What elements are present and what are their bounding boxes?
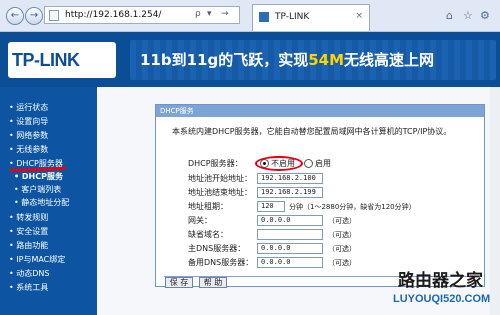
logo-text: TP-LINK <box>12 50 80 70</box>
red-circle-annotation <box>255 156 303 171</box>
gateway-input[interactable]: 0.0.0.0 <box>257 215 323 226</box>
panel-header: DHCP服务 <box>156 105 484 117</box>
favorites-icon[interactable]: ☆ <box>463 9 473 22</box>
sidebar-item-client-list[interactable]: • 客户端列表 <box>14 184 61 195</box>
address-bar[interactable]: http://192.168.1.254/ ρ ▾ → <box>44 6 240 24</box>
sidebar-item-status[interactable]: • 运行状态 <box>9 102 48 113</box>
sidebar-item-forwarding[interactable]: • 转发规则 <box>9 212 48 223</box>
dhcp-enable-radio[interactable] <box>304 159 313 168</box>
refresh-icon[interactable]: → <box>221 9 229 19</box>
secondary-dns-input[interactable]: 0.0.0.0 <box>257 257 323 268</box>
secondary-dns-optional: （可选） <box>328 259 356 267</box>
close-tab-icon[interactable]: × <box>355 11 363 21</box>
watermark-url: LUYOUQI520.COM <box>393 293 491 305</box>
sidebar-item-static-address[interactable]: • 静态地址分配 <box>14 197 69 208</box>
lease-time-note: 分钟（1～2880分钟，缺省为120分钟） <box>289 203 416 211</box>
banner-slogan: 11b到11g的飞跃，实现54M无线高速上网 <box>140 49 434 70</box>
start-address-input[interactable]: 192.168.2.100 <box>257 173 323 184</box>
slogan-highlight: 54M <box>308 51 345 69</box>
forward-button[interactable]: → <box>25 7 43 25</box>
gateway-optional: （可选） <box>328 217 356 225</box>
header-banner: TP-LINK 11b到11g的飞跃，实现54M无线高速上网 <box>0 32 500 87</box>
search-icon[interactable]: ρ <box>195 9 201 19</box>
settings-icon[interactable]: ⚙ <box>480 9 490 22</box>
sidebar-item-wizard[interactable]: • 设置向导 <box>9 116 48 127</box>
sidebar-item-dhcp-service[interactable]: • DHCP服务 <box>14 171 63 182</box>
home-icon[interactable]: ⌂ <box>446 9 453 22</box>
slogan-part1: 11b到11g的飞跃，实现 <box>140 51 309 69</box>
scrollbar[interactable] <box>490 87 500 315</box>
end-address-input[interactable]: 192.168.2.199 <box>257 187 323 198</box>
domain-label: 缺省域名： <box>188 230 228 239</box>
sidebar-item-security[interactable]: • 安全设置 <box>9 226 48 237</box>
secondary-dns-label: 备用DNS服务器： <box>188 258 254 267</box>
sidebar-item-network[interactable]: • 网络参数 <box>9 130 48 141</box>
browser-toolbar: ← → http://192.168.1.254/ ρ ▾ → TP-LINK … <box>0 0 500 32</box>
slogan-part2: 无线高速上网 <box>344 51 435 69</box>
browser-tab[interactable]: TP-LINK × <box>252 4 370 31</box>
sidebar-item-routing[interactable]: • 路由功能 <box>9 240 48 251</box>
primary-dns-label: 主DNS服务器： <box>188 244 246 253</box>
tab-title: TP-LINK <box>275 12 310 22</box>
panel-description: 本系统内建DHCP服务器，它能自动替您配置局域网中各计算机的TCP/IP协议。 <box>172 127 452 136</box>
save-button[interactable]: 保 存 <box>165 277 193 288</box>
sidebar-item-wireless[interactable]: • 无线参数 <box>9 144 48 155</box>
primary-dns-optional: （可选） <box>328 245 356 253</box>
tplink-favicon-icon <box>259 12 269 22</box>
end-address-label: 地址池结束地址： <box>188 188 252 197</box>
dhcp-server-label: DHCP服务器： <box>188 159 243 168</box>
page-icon <box>49 10 59 21</box>
sidebar-item-ip-mac-binding[interactable]: • IP与MAC绑定 <box>9 254 65 265</box>
watermark-title: 路由器之家 <box>398 271 483 291</box>
sidebar-item-ddns[interactable]: • 动态DNS <box>9 268 49 279</box>
domain-input[interactable] <box>257 229 323 240</box>
sidebar-item-system-tools[interactable]: • 系统工具 <box>9 282 48 293</box>
back-button[interactable]: ← <box>6 7 24 25</box>
lease-time-label: 地址租期： <box>188 202 228 211</box>
domain-optional: （可选） <box>328 231 356 239</box>
start-address-label: 地址池开始地址： <box>188 174 252 183</box>
dhcp-enable-label: 启用 <box>315 159 331 168</box>
panel-title: DHCP服务 <box>160 107 194 115</box>
primary-dns-input[interactable]: 0.0.0.0 <box>257 243 323 254</box>
dropdown-icon[interactable]: ▾ <box>207 9 212 19</box>
dhcp-settings-panel: DHCP服务 本系统内建DHCP服务器，它能自动替您配置局域网中各计算机的TCP… <box>155 104 485 288</box>
tplink-logo: TP-LINK <box>8 42 116 78</box>
help-button[interactable]: 帮 助 <box>199 277 227 288</box>
address-url[interactable]: http://192.168.1.254/ <box>65 10 161 20</box>
lease-time-input[interactable]: 120 <box>257 201 285 212</box>
gateway-label: 网关： <box>188 216 212 225</box>
